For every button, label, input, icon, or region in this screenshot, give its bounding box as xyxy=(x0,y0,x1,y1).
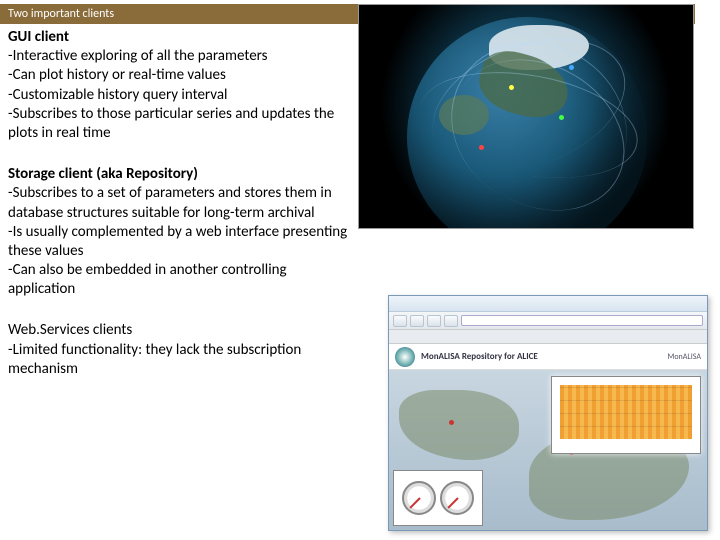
storage-item: -Can also be embedded in another control… xyxy=(8,261,348,299)
map-body xyxy=(389,370,707,530)
nav-home-icon xyxy=(444,315,458,327)
gauge-icon xyxy=(440,481,474,515)
storage-section: Storage client (aka Repository) -Subscri… xyxy=(8,165,348,299)
gauge-icon xyxy=(402,481,436,515)
ws-heading: Web.Services clients xyxy=(8,321,348,340)
chart-grid xyxy=(560,385,692,439)
network-node-icon xyxy=(559,115,564,120)
page-header: MonALISA Repository for ALICE MonALISA xyxy=(389,344,707,370)
page-title: MonALISA Repository for ALICE xyxy=(421,351,538,362)
map-node-icon xyxy=(449,420,454,425)
slide-header-text: Two important clients xyxy=(8,7,114,21)
nav-forward-icon xyxy=(410,315,424,327)
gui-item: -Customizable history query interval xyxy=(8,86,348,105)
gui-item: -Subscribes to those particular series a… xyxy=(8,105,348,143)
globe-visualization-image xyxy=(358,4,694,229)
storage-item: -Is usually complemented by a web interf… xyxy=(8,223,348,261)
storage-heading: Storage client (aka Repository) xyxy=(8,165,348,184)
storage-item: -Subscribes to a set of parameters and s… xyxy=(8,184,348,222)
nav-back-icon xyxy=(393,315,407,327)
nav-reload-icon xyxy=(427,315,441,327)
ws-section: Web.Services clients -Limited functional… xyxy=(8,321,348,379)
address-bar xyxy=(461,315,703,326)
gauge-panel xyxy=(393,470,483,526)
network-node-icon xyxy=(569,65,574,70)
gui-item: -Interactive exploring of all the parame… xyxy=(8,47,348,66)
network-node-icon xyxy=(509,85,514,90)
ws-item: -Limited functionality: they lack the su… xyxy=(8,341,348,379)
network-node-icon xyxy=(479,145,484,150)
gui-item: -Can plot history or real-time values xyxy=(8,66,348,85)
browser-toolbar xyxy=(389,312,707,330)
alice-logo-icon xyxy=(395,347,415,367)
text-content: GUI client -Interactive exploring of all… xyxy=(8,28,348,401)
brand-label: MonALISA xyxy=(667,352,701,362)
chart-popup xyxy=(551,376,701,454)
browser-tabstrip xyxy=(389,330,707,344)
browser-screenshot-image: MonALISA Repository for ALICE MonALISA xyxy=(388,295,708,531)
gui-section: GUI client -Interactive exploring of all… xyxy=(8,28,348,143)
map-landmass xyxy=(399,390,519,460)
gui-heading: GUI client xyxy=(8,28,348,47)
browser-titlebar xyxy=(389,296,707,312)
